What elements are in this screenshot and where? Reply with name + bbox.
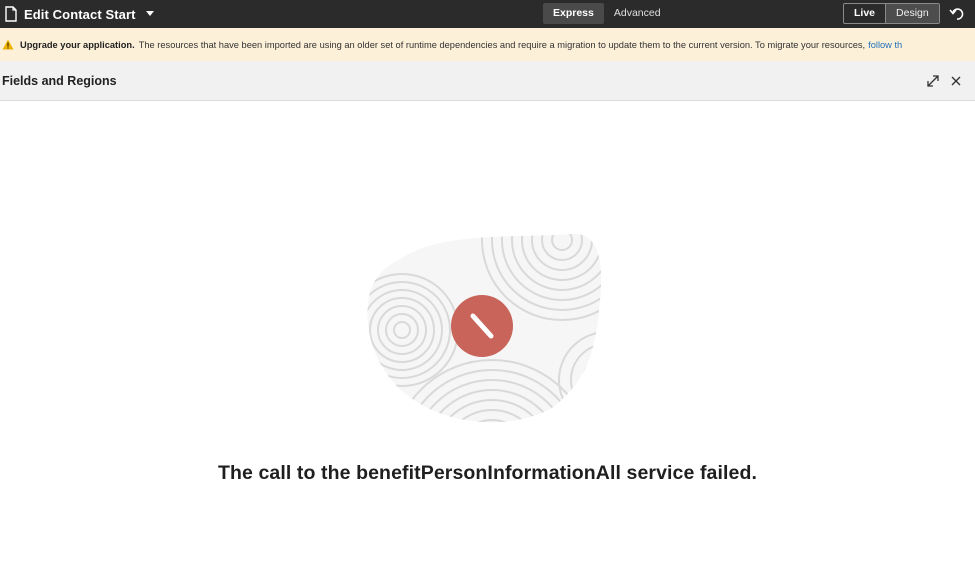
error-illustration — [367, 233, 602, 423]
top-toolbar: Edit Contact Start Express Advanced Live… — [0, 0, 975, 28]
page-title: Edit Contact Start — [24, 6, 136, 22]
express-mode-button[interactable]: Express — [543, 3, 604, 24]
warning-icon — [2, 39, 14, 50]
mode-toggle: Express Advanced — [543, 3, 671, 24]
panel-header: Fields and Regions — [0, 61, 975, 101]
warning-text: The resources that have been imported ar… — [138, 39, 866, 50]
chevron-down-icon[interactable] — [145, 11, 154, 17]
undo-icon[interactable] — [948, 5, 966, 23]
expand-icon[interactable] — [926, 74, 940, 88]
document-icon — [5, 6, 17, 22]
upgrade-warning-banner: Upgrade your application. The resources … — [0, 28, 975, 61]
panel-title: Fields and Regions — [2, 74, 117, 88]
close-icon[interactable] — [950, 75, 962, 87]
error-badge — [451, 295, 513, 357]
advanced-mode-button[interactable]: Advanced — [604, 3, 671, 24]
page-selector[interactable]: Edit Contact Start — [4, 0, 154, 28]
design-view-button[interactable]: Design — [885, 4, 939, 23]
view-toggle: Live Design — [843, 3, 940, 24]
warning-link[interactable]: follow th — [868, 40, 902, 50]
error-message: The call to the benefitPersonInformation… — [217, 462, 758, 484]
warning-title: Upgrade your application. — [20, 39, 135, 50]
live-view-button[interactable]: Live — [844, 4, 885, 23]
